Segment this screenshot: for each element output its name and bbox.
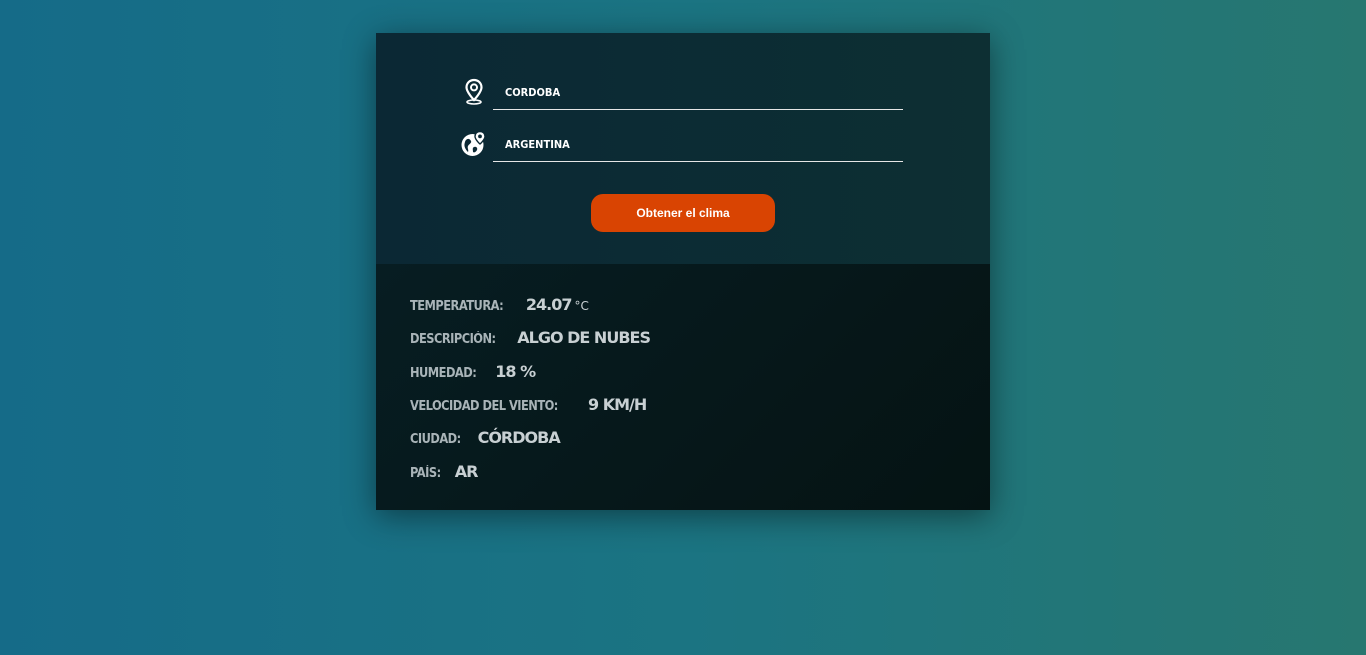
country-input[interactable]: [493, 127, 903, 162]
temperature-label: Temperatura:: [410, 299, 504, 314]
wind-row: Velocidad del viento: 9 km/h: [410, 395, 647, 417]
humidity-row: Humedad: 18 %: [410, 362, 536, 384]
humidity-label: Humedad:: [410, 366, 477, 381]
wind-label: Velocidad del viento:: [410, 399, 558, 414]
weather-card: Obtener el clima Temperatura: 24.07 °C D…: [376, 33, 990, 510]
description-value: algo de nubes: [517, 328, 651, 347]
city-row: Ciudad: Córdoba: [410, 428, 561, 450]
description-row: Descripción: algo de nubes: [410, 328, 651, 350]
temperature-row: Temperatura: 24.07 °C: [410, 295, 589, 317]
humidity-value: 18 %: [495, 362, 536, 381]
temperature-unit: °C: [574, 299, 589, 313]
country-label: País:: [410, 466, 441, 481]
wind-value: 9 km/h: [588, 395, 647, 414]
country-field: [460, 127, 903, 165]
city-value: Córdoba: [477, 428, 561, 447]
country-row: País: AR: [410, 462, 478, 484]
city-label: Ciudad:: [410, 432, 461, 447]
globe-pin-icon: [460, 130, 488, 158]
description-label: Descripción:: [410, 332, 496, 347]
map-pin-icon: [460, 78, 488, 106]
temperature-value: 24.07: [525, 295, 573, 314]
get-weather-button[interactable]: Obtener el clima: [591, 194, 775, 232]
weather-form: Obtener el clima: [376, 33, 990, 264]
city-input[interactable]: [493, 75, 903, 110]
country-value: AR: [454, 462, 479, 481]
city-field: [460, 75, 903, 113]
